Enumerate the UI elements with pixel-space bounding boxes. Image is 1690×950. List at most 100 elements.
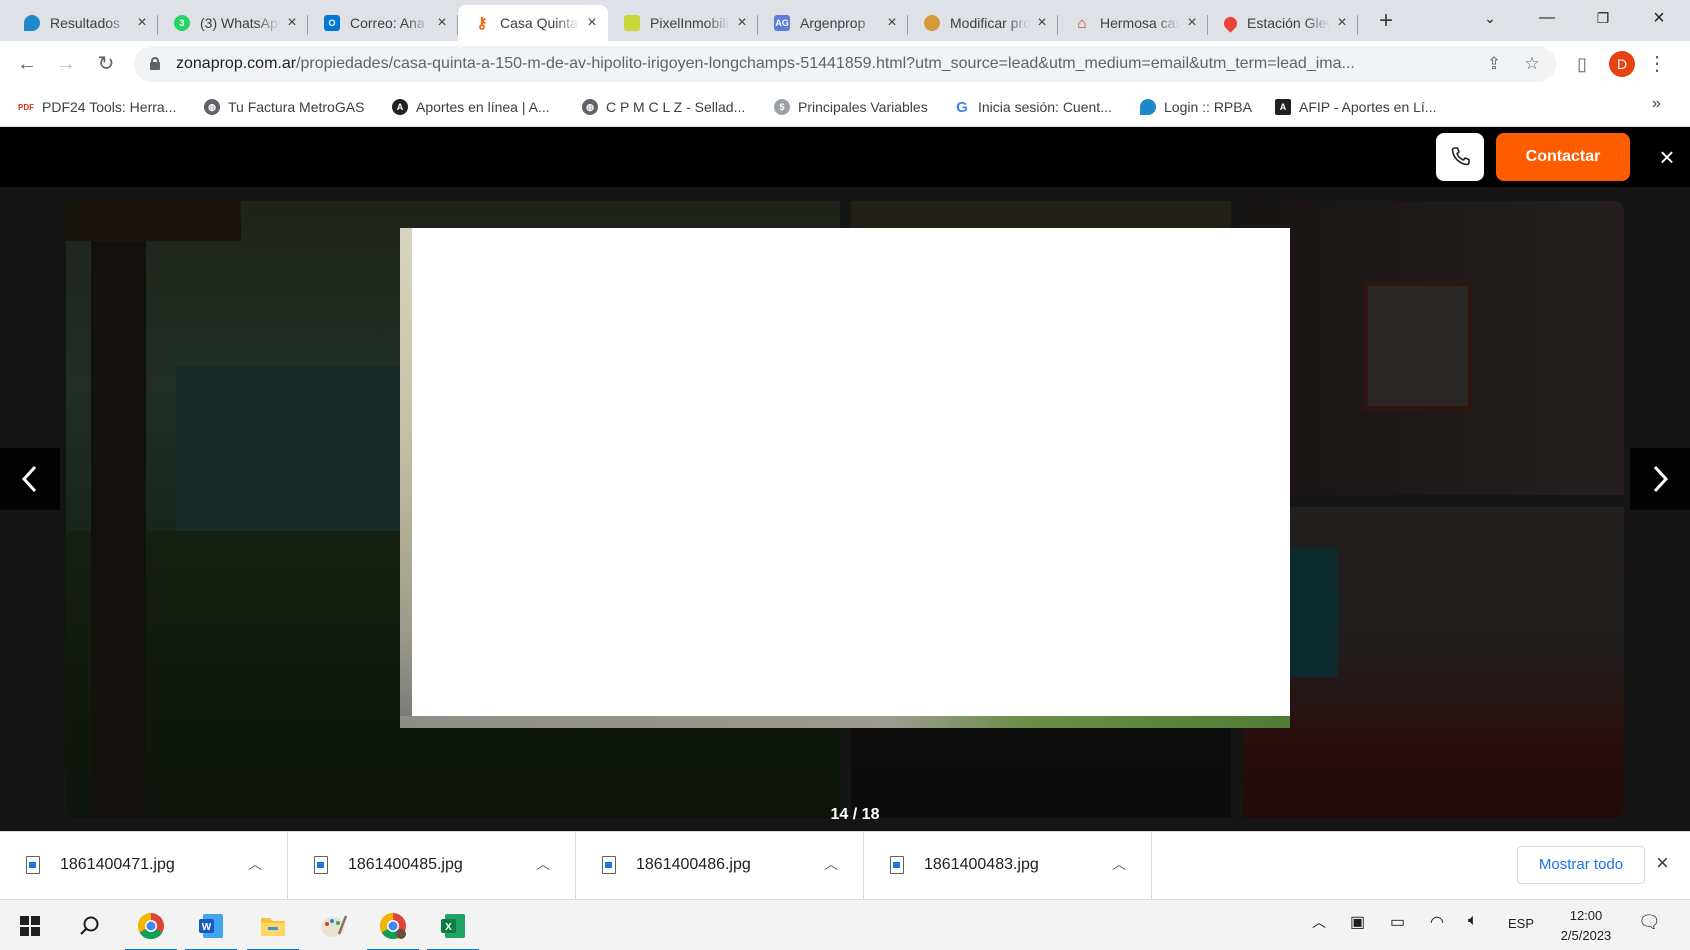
tab-close-icon[interactable]: × <box>584 15 600 31</box>
lightbox-main-photo[interactable] <box>400 228 1290 728</box>
pdf24-icon: PDF <box>18 99 34 115</box>
back-button[interactable]: ← <box>12 49 42 79</box>
browser-tab-strip: Resultados × 3 (3) WhatsApp × O Correo: … <box>0 0 1690 41</box>
close-window-button[interactable]: × <box>1632 0 1686 36</box>
phone-icon <box>1451 147 1470 166</box>
tab-close-icon[interactable]: × <box>134 15 150 31</box>
taskbar-paint[interactable] <box>305 904 361 948</box>
pixel-favicon-icon <box>624 15 640 31</box>
reload-button[interactable]: ↻ <box>91 49 121 79</box>
globe-icon: ◍ <box>582 99 598 115</box>
tab-title: Resultados <box>50 15 121 31</box>
battery-icon[interactable]: ▭ <box>1390 912 1405 932</box>
tab-modificar[interactable]: Modificar propiedad × <box>908 5 1058 41</box>
maps-pin-favicon-icon <box>1221 13 1240 33</box>
chrome-icon <box>137 912 164 940</box>
whatsapp-favicon-icon: 3 <box>174 15 190 31</box>
chevron-up-icon[interactable]: ︿ <box>1112 854 1126 874</box>
bookmark-aportes[interactable]: A Aportes en línea | A... <box>392 97 550 117</box>
tab-pixelinmobiliaria[interactable]: PixelInmobiliaria × <box>608 5 758 41</box>
tab-whatsapp[interactable]: 3 (3) WhatsApp × <box>158 5 308 41</box>
tab-casa-quinta[interactable]: ⚷ Casa Quinta × <box>458 5 608 41</box>
tab-close-icon[interactable]: × <box>1034 15 1050 31</box>
volume-icon[interactable]: 🔈︎ <box>1468 912 1478 930</box>
download-item[interactable]: 1861400485.jpg ︿ <box>288 832 576 900</box>
tab-title: Estación Glew <box>1247 15 1330 31</box>
gallery-close-icon[interactable]: × <box>1652 142 1682 172</box>
download-item[interactable]: 1861400471.jpg ︿ <box>0 832 288 900</box>
meet-now-icon[interactable]: ▣ <box>1350 912 1365 932</box>
tab-search-chevron-icon[interactable]: ⌄ <box>1463 0 1517 36</box>
taskbar-clock[interactable]: 12:00 2/5/2023 <box>1546 906 1626 946</box>
start-button[interactable] <box>2 904 58 948</box>
next-photo-button[interactable] <box>1630 448 1690 510</box>
windows-logo-icon <box>20 916 40 936</box>
bookmark-star-icon[interactable]: ☆ <box>1522 54 1542 74</box>
tab-title: PixelInmobiliaria <box>650 15 730 31</box>
bookmark-afip[interactable]: A AFIP - Aportes en Lí... <box>1275 97 1436 117</box>
chevron-up-icon[interactable]: ︿ <box>824 854 838 874</box>
contact-button[interactable]: Contactar <box>1496 133 1630 181</box>
bookmark-variables[interactable]: $ Principales Variables <box>774 97 928 117</box>
phone-button[interactable] <box>1436 133 1484 181</box>
previous-photo-button[interactable] <box>0 448 60 510</box>
tab-separator <box>1357 15 1358 35</box>
tab-close-icon[interactable]: × <box>1334 15 1350 31</box>
profile-avatar[interactable]: D <box>1609 51 1635 77</box>
taskbar-excel[interactable]: X <box>425 904 481 950</box>
side-panel-icon[interactable]: ▯ <box>1567 49 1597 79</box>
taskbar-word[interactable]: W <box>183 904 239 950</box>
download-item[interactable]: 1861400483.jpg ︿ <box>864 832 1152 900</box>
restore-button[interactable]: ❐ <box>1576 0 1630 36</box>
bookmarks-overflow-icon[interactable]: » <box>1652 95 1661 113</box>
folder-icon <box>261 918 285 936</box>
bookmark-metrogas[interactable]: ◍ Tu Factura MetroGAS <box>204 97 364 117</box>
tab-correo[interactable]: O Correo: Ana × <box>308 5 458 41</box>
bcra-icon: $ <box>774 99 790 115</box>
tab-estacion[interactable]: Estación Glew × <box>1208 5 1358 41</box>
menu-kebab-icon[interactable]: ⋮ <box>1642 49 1672 79</box>
address-bar[interactable]: zonaprop.com.ar/propiedades/casa-quinta-… <box>134 46 1556 82</box>
clock-date: 2/5/2023 <box>1560 928 1612 943</box>
zonaprop-favicon-icon <box>24 15 40 31</box>
url-text[interactable]: zonaprop.com.ar/propiedades/casa-quinta-… <box>176 46 1486 82</box>
search-button[interactable] <box>62 904 118 948</box>
afip-icon: A <box>392 99 408 115</box>
close-downloads-icon[interactable]: × <box>1656 850 1669 876</box>
tab-close-icon[interactable]: × <box>884 15 900 31</box>
tab-argenprop[interactable]: AG Argenprop × <box>758 5 908 41</box>
outlook-favicon-icon: O <box>324 15 340 31</box>
lock-icon[interactable] <box>150 57 160 70</box>
forward-button[interactable]: → <box>51 49 81 79</box>
chevron-up-icon[interactable]: ︿ <box>248 854 262 874</box>
tab-title: (3) WhatsApp <box>200 15 280 31</box>
tab-hermosa[interactable]: ⌂ Hermosa casa × <box>1058 5 1208 41</box>
taskbar-file-explorer[interactable] <box>245 904 301 950</box>
share-icon[interactable]: ⇪ <box>1484 54 1504 74</box>
tab-close-icon[interactable]: × <box>1184 15 1200 31</box>
download-filename: 1861400471.jpg <box>60 856 175 873</box>
show-all-downloads-button[interactable]: Mostrar todo <box>1517 846 1645 884</box>
wifi-icon[interactable]: ◠ <box>1430 912 1444 932</box>
taskbar-chrome-profile[interactable] <box>365 904 421 950</box>
chevron-up-icon[interactable]: ︿ <box>536 854 550 874</box>
new-tab-button[interactable]: + <box>1372 8 1400 36</box>
url-path: /propiedades/casa-quinta-a-150-m-de-av-h… <box>296 55 1355 72</box>
notifications-icon[interactable]: 🗨︎ <box>1638 912 1661 933</box>
tab-close-icon[interactable]: × <box>734 15 750 31</box>
tab-resultados[interactable]: Resultados × <box>8 5 158 41</box>
argenprop-favicon-icon: AG <box>774 15 790 31</box>
download-item[interactable]: 1861400486.jpg ︿ <box>576 832 864 900</box>
show-hidden-icons-chevron-icon[interactable]: ︿ <box>1312 912 1326 932</box>
minimize-button[interactable]: — <box>1520 0 1574 36</box>
bookmark-rpba[interactable]: Login :: RPBA <box>1140 97 1252 117</box>
bookmark-google-login[interactable]: G Inicia sesión: Cuent... <box>954 97 1112 117</box>
bookmark-label: Login :: RPBA <box>1164 99 1252 115</box>
input-language[interactable]: ESP <box>1508 916 1534 931</box>
search-icon <box>80 916 99 935</box>
tab-close-icon[interactable]: × <box>434 15 450 31</box>
bookmark-cpmclz[interactable]: ◍ C P M C L Z - Sellad... <box>582 97 745 117</box>
taskbar-chrome[interactable] <box>123 904 179 950</box>
tab-close-icon[interactable]: × <box>284 15 300 31</box>
bookmark-pdf24[interactable]: PDF PDF24 Tools: Herra... <box>18 97 176 117</box>
